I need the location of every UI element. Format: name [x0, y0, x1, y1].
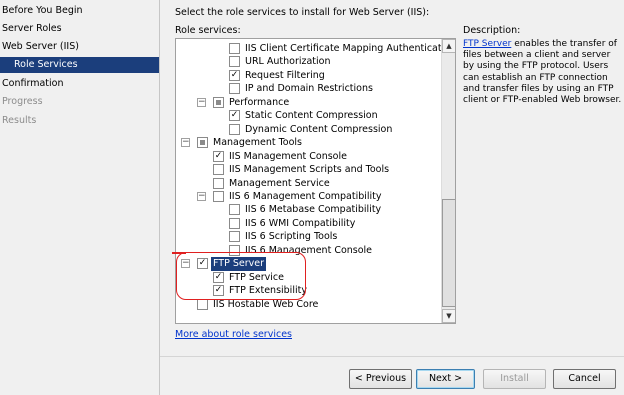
- role-service-label: IP and Domain Restrictions: [245, 83, 373, 95]
- role-service-checkbox[interactable]: ✓: [229, 110, 240, 122]
- role-service-label: IIS Hostable Web Core: [213, 298, 319, 310]
- role-service-label: Performance: [229, 96, 290, 108]
- role-service-label: Management Service: [229, 177, 330, 189]
- nav-item-before-you-begin[interactable]: Before You Begin: [0, 3, 159, 19]
- role-service-label: Management Tools: [213, 137, 303, 149]
- role-service-checkbox[interactable]: [229, 204, 240, 216]
- cancel-button[interactable]: Cancel: [553, 369, 616, 389]
- role-service-checkbox[interactable]: ✓: [197, 258, 208, 270]
- scrollbar-thumb[interactable]: [442, 199, 455, 307]
- scroll-down-arrow-icon[interactable]: ▼: [442, 309, 455, 323]
- role-service-checkbox[interactable]: [229, 244, 240, 256]
- role-service-label: IIS 6 WMI Compatibility: [245, 217, 356, 229]
- collapse-minus-icon[interactable]: −: [181, 138, 190, 148]
- role-service-checkbox[interactable]: [229, 123, 240, 135]
- role-service-label: Static Content Compression: [245, 110, 378, 122]
- description-text: FTP Server enables the transfer of files…: [463, 39, 623, 106]
- nav-item-web-server-iis[interactable]: Web Server (IIS): [0, 39, 159, 55]
- collapse-minus-icon[interactable]: −: [197, 191, 206, 201]
- previous-button[interactable]: < Previous: [349, 369, 412, 389]
- role-service-checkbox[interactable]: [213, 190, 224, 202]
- role-service-checkbox[interactable]: ✓: [213, 150, 224, 162]
- role-services-label: Role services:: [175, 25, 241, 36]
- tree-scrollbar[interactable]: ▲ ▼: [441, 39, 455, 323]
- role-service-label: IIS 6 Metabase Compatibility: [245, 204, 382, 216]
- role-service-label: IIS 6 Scripting Tools: [245, 231, 338, 243]
- role-service-label: FTP Server: [211, 257, 267, 271]
- role-service-checkbox[interactable]: ✓: [213, 285, 224, 297]
- wizard-nav: Before You Begin Server Roles Web Server…: [0, 0, 160, 395]
- role-service-checkbox[interactable]: [229, 231, 240, 243]
- install-button: Install: [483, 369, 546, 389]
- role-service-checkbox[interactable]: [197, 137, 208, 149]
- role-service-checkbox[interactable]: [229, 217, 240, 229]
- role-service-label: URL Authorization: [245, 56, 331, 68]
- role-service-label: IIS 6 Management Compatibility: [229, 190, 382, 202]
- role-service-checkbox[interactable]: [213, 164, 224, 176]
- role-services-tree[interactable]: IIS Client Certificate Mapping Authentic…: [175, 38, 456, 324]
- role-service-checkbox[interactable]: ✓: [229, 69, 240, 81]
- nav-item-confirmation[interactable]: Confirmation: [0, 76, 159, 92]
- role-service-checkbox[interactable]: [197, 298, 208, 310]
- role-service-label: IIS Management Scripts and Tools: [229, 164, 390, 176]
- role-service-label: IIS Management Console: [229, 150, 347, 162]
- footer-divider: [160, 356, 624, 357]
- more-about-role-services-link[interactable]: More about role services: [175, 329, 292, 340]
- role-service-label: IIS 6 Management Console: [245, 244, 373, 256]
- role-service-checkbox[interactable]: [229, 83, 240, 95]
- role-service-checkbox[interactable]: [229, 56, 240, 68]
- role-service-checkbox[interactable]: [229, 43, 240, 54]
- role-service-label: Dynamic Content Compression: [245, 123, 393, 135]
- nav-item-role-services[interactable]: Role Services: [0, 57, 159, 73]
- next-button[interactable]: Next >: [416, 369, 475, 389]
- instruction-text: Select the role services to install for …: [175, 7, 430, 18]
- nav-item-results: Results: [2, 115, 37, 126]
- role-service-checkbox[interactable]: ✓: [213, 271, 224, 283]
- role-service-checkbox[interactable]: [213, 177, 224, 189]
- nav-item-server-roles[interactable]: Server Roles: [0, 21, 159, 37]
- scroll-up-arrow-icon[interactable]: ▲: [442, 39, 455, 53]
- description-label: Description:: [463, 25, 521, 36]
- role-service-label: Request Filtering: [245, 69, 325, 81]
- role-service-label: FTP Extensibility: [229, 285, 307, 297]
- collapse-minus-icon[interactable]: −: [197, 97, 206, 107]
- role-service-checkbox[interactable]: [213, 96, 224, 108]
- nav-item-progress: Progress: [2, 96, 43, 107]
- collapse-minus-icon[interactable]: −: [181, 259, 190, 269]
- role-service-label: FTP Service: [229, 271, 284, 283]
- role-service-label: IIS Client Certificate Mapping Authentic…: [245, 43, 456, 54]
- ftp-server-description-link[interactable]: FTP Server: [463, 39, 511, 49]
